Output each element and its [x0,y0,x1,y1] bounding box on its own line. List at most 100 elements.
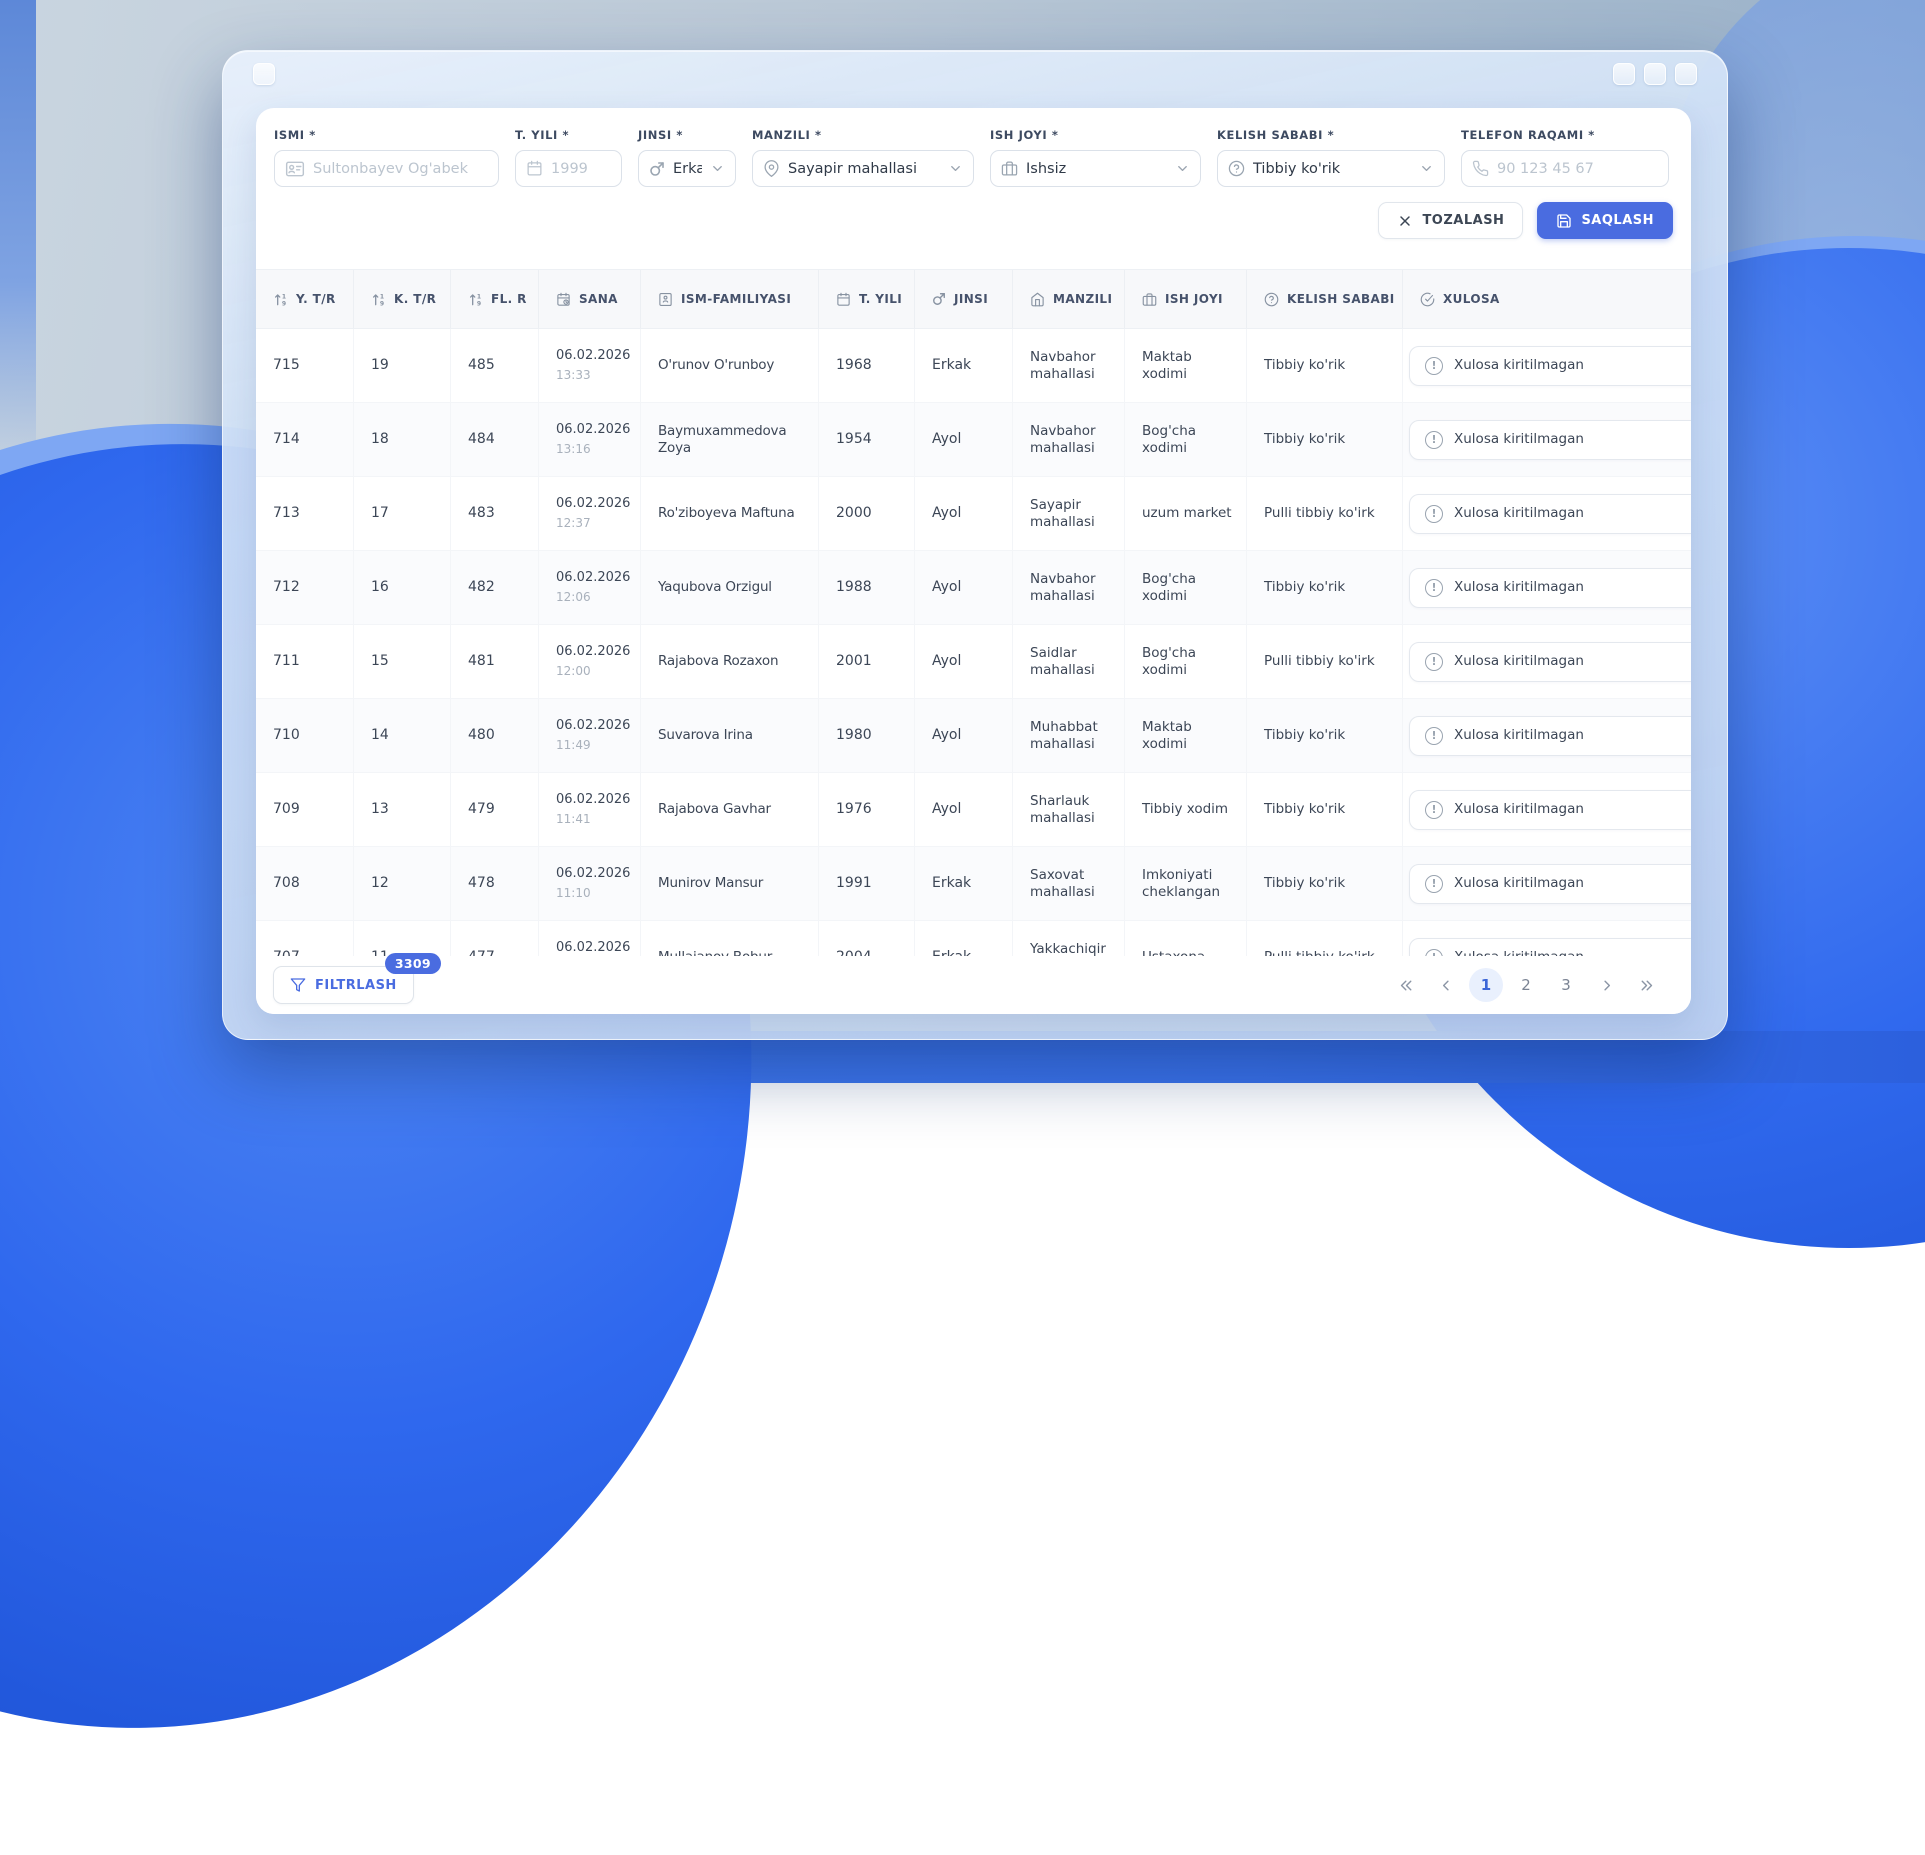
cell-y-tr: 707 [256,921,354,956]
xulosa-button[interactable]: ! Xulosa kiritilmagan [1409,494,1691,534]
header-kelish-sababi[interactable]: KELISH SABABI [1247,270,1403,328]
cell-y-tr: 709 [256,773,354,846]
header-label: KELISH SABABI [1287,292,1395,306]
table-row[interactable]: 713 17 483 06.02.2026 12:37 Ro'ziboyeva … [256,477,1691,551]
visit-reason-select[interactable]: Tibbiy ko'rik [1217,150,1445,187]
cell-job: Maktab xodimi [1125,699,1247,772]
pagination-first-button[interactable] [1389,968,1423,1002]
cell-birth-year: 1988 [819,551,915,624]
cell-fl-r: 480 [451,699,539,772]
svg-text:1: 1 [282,293,287,300]
table-row[interactable]: 710 14 480 06.02.2026 11:49 Suvarova Iri… [256,699,1691,773]
pagination-last-button[interactable] [1629,968,1663,1002]
cell-name: Yaqubova Orzigul [641,551,819,624]
exclamation-circle-icon: ! [1425,801,1443,819]
cell-sana: 06.02.2026 11:41 [539,773,641,846]
cell-job: Maktab xodimi [1125,329,1247,402]
table-row[interactable]: 712 16 482 06.02.2026 12:06 Yaqubova Orz… [256,551,1691,625]
cell-birth-year: 1991 [819,847,915,920]
pagination: 1 2 3 [1389,968,1663,1002]
cell-birth-year: 1968 [819,329,915,402]
cell-name: Baymuxammedova Zoya [641,403,819,476]
pagination-page-2[interactable]: 2 [1509,968,1543,1002]
cell-k-tr: 13 [354,773,451,846]
exclamation-circle-icon: ! [1425,357,1443,375]
table-row[interactable]: 709 13 479 06.02.2026 11:41 Rajabova Gav… [256,773,1691,847]
cell-birth-year: 1954 [819,403,915,476]
save-button-label: SAQLASH [1581,213,1654,228]
address-select[interactable]: Sayapir mahallasi [752,150,974,187]
header-xulosa[interactable]: XULOSA [1403,270,1691,328]
xulosa-button[interactable]: ! Xulosa kiritilmagan [1409,420,1691,460]
name-input[interactable] [313,161,488,177]
birth-year-input-box[interactable] [515,150,622,187]
header-fl-r[interactable]: 19 FL. R [451,270,539,328]
cell-fl-r: 485 [451,329,539,402]
header-jinsi[interactable]: JINSI [915,270,1013,328]
cell-reason: Pulli tibbiy ko'irk [1247,921,1403,956]
header-label: MANZILI [1053,292,1112,306]
header-sana[interactable]: SANA [539,270,641,328]
window-close-button[interactable] [1675,63,1697,85]
table-footer: FILTRLASH 3309 1 2 3 [256,956,1691,1014]
xulosa-button[interactable]: ! Xulosa kiritilmagan [1409,346,1691,386]
filter-button[interactable]: FILTRLASH 3309 [273,966,414,1004]
window-minimize-button[interactable] [1613,63,1635,85]
birth-year-input[interactable] [551,161,611,177]
header-y-tr[interactable]: 19 Y. T/R [256,270,354,328]
xulosa-button[interactable]: ! Xulosa kiritilmagan [1409,642,1691,682]
xulosa-button[interactable]: ! Xulosa kiritilmagan [1409,568,1691,608]
field-kelish-sababi: KELISH SABABI * Tibbiy ko'rik [1217,128,1445,187]
xulosa-button[interactable]: ! Xulosa kiritilmagan [1409,790,1691,830]
gender-select[interactable]: Erkak [638,150,736,187]
cell-sana: 06.02.2026 13:16 [539,403,641,476]
header-ish-joyi[interactable]: ISH JOYI [1125,270,1247,328]
xulosa-button[interactable]: ! Xulosa kiritilmagan [1409,938,1691,957]
save-icon [1556,213,1572,229]
phone-input-box[interactable] [1461,150,1669,187]
table-row[interactable]: 715 19 485 06.02.2026 13:33 O'runov O'ru… [256,329,1691,403]
pagination-page-1[interactable]: 1 [1469,968,1503,1002]
pagination-prev-button[interactable] [1429,968,1463,1002]
pagination-next-button[interactable] [1589,968,1623,1002]
cell-xulosa: ! Xulosa kiritilmagan [1403,403,1691,476]
briefcase-icon [1001,160,1018,177]
close-icon [1397,213,1413,229]
workplace-select[interactable]: Ishsiz [990,150,1201,187]
svg-text:1: 1 [477,293,482,300]
header-t-yili[interactable]: T. YILI [819,270,915,328]
header-ism-familiyasi[interactable]: ISM-FAMILIYASI [641,270,819,328]
cell-reason: Tibbiy ko'rik [1247,847,1403,920]
save-button[interactable]: SAQLASH [1537,202,1673,239]
cell-gender: Erkak [915,921,1013,956]
xulosa-button[interactable]: ! Xulosa kiritilmagan [1409,716,1691,756]
xulosa-label: Xulosa kiritilmagan [1454,875,1584,892]
table-row[interactable]: 714 18 484 06.02.2026 13:16 Baymuxammedo… [256,403,1691,477]
xulosa-button[interactable]: ! Xulosa kiritilmagan [1409,864,1691,904]
name-input-box[interactable] [274,150,499,187]
table-row[interactable]: 707 11 477 06.02.2026 10:58 Mullajanov B… [256,921,1691,956]
pagination-page-3[interactable]: 3 [1549,968,1583,1002]
clear-button[interactable]: TOZALASH [1378,202,1523,239]
cell-address: Sayapir mahallasi [1013,477,1125,550]
cell-gender: Ayol [915,773,1013,846]
header-manzili[interactable]: MANZILI [1013,270,1125,328]
window-menu-button[interactable] [253,63,275,85]
table-row[interactable]: 711 15 481 06.02.2026 12:00 Rajabova Roz… [256,625,1691,699]
window-maximize-button[interactable] [1644,63,1666,85]
cell-job: Bog'cha xodimi [1125,551,1247,624]
patient-form: ISMI * T. YILI * [256,108,1691,187]
cell-y-tr: 714 [256,403,354,476]
sort-numeric-icon: 19 [371,292,386,307]
phone-input[interactable] [1497,161,1658,177]
funnel-icon [290,977,306,993]
table-row[interactable]: 708 12 478 06.02.2026 11:10 Munirov Mans… [256,847,1691,921]
header-label: JINSI [954,292,988,306]
id-card-icon [285,159,305,179]
svg-text:9: 9 [477,300,482,306]
header-k-tr[interactable]: 19 K. T/R [354,270,451,328]
briefcase-icon [1142,292,1157,307]
row-date: 06.02.2026 [556,496,630,512]
row-date: 06.02.2026 [556,570,630,586]
location-pin-icon [763,160,780,177]
